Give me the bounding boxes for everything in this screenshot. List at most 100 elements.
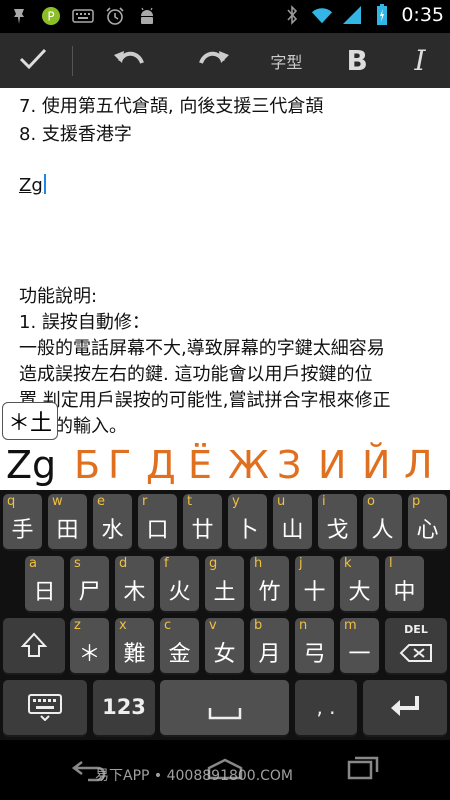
- space-icon: [208, 705, 242, 724]
- key-label: 一: [348, 642, 371, 667]
- shift-key[interactable]: [3, 618, 65, 673]
- key-o[interactable]: o人: [363, 494, 402, 549]
- keyboard-switch-key[interactable]: [3, 680, 87, 735]
- key-k[interactable]: k大: [340, 556, 379, 611]
- bold-button[interactable]: B: [324, 33, 390, 88]
- key-hint: x: [119, 618, 127, 633]
- document-line: 8. 支援香港字: [19, 124, 132, 145]
- status-bar: P 0:35: [0, 0, 450, 33]
- key-l[interactable]: l中: [385, 556, 424, 611]
- candidate-item[interactable]: Д: [146, 443, 176, 487]
- key-hint: t: [187, 494, 193, 509]
- candidate-item[interactable]: Ё: [188, 443, 212, 487]
- key-label: 中: [393, 580, 416, 605]
- key-label: 廿: [191, 518, 214, 543]
- key-label: 日: [33, 580, 56, 605]
- key-a[interactable]: a日: [25, 556, 64, 611]
- key-hint: n: [299, 618, 308, 633]
- key-n[interactable]: n弓: [295, 618, 334, 673]
- undo-icon: [112, 47, 146, 75]
- key-hint: q: [7, 494, 16, 509]
- recent-apps-icon[interactable]: [345, 754, 381, 786]
- candidate-item[interactable]: Л: [404, 443, 433, 487]
- key-label: 尸: [78, 580, 101, 605]
- key-hint: l: [389, 556, 393, 571]
- document-line: 置,判定用戶誤按的可能性,嘗試拼合字根來修正: [19, 390, 391, 411]
- numbers-key[interactable]: 123: [93, 680, 155, 735]
- key-g[interactable]: g土: [205, 556, 244, 611]
- key-label: 人: [371, 518, 394, 543]
- key-label: 竹: [258, 580, 281, 605]
- key-label: 大: [348, 580, 371, 605]
- key-label: 木: [123, 580, 146, 605]
- key-hint: a: [29, 556, 37, 571]
- signal-icon: [341, 5, 363, 25]
- undo-button[interactable]: [79, 33, 179, 88]
- key-q[interactable]: q手: [3, 494, 42, 549]
- key-label: 山: [281, 518, 304, 543]
- numbers-label: 123: [102, 695, 146, 719]
- document-line: 1. 誤按自動修：: [19, 312, 150, 333]
- done-button[interactable]: [0, 33, 66, 88]
- redo-button[interactable]: [179, 33, 249, 88]
- key-s[interactable]: s尸: [70, 556, 109, 611]
- notification-icons: P: [8, 6, 158, 26]
- key-i[interactable]: i戈: [318, 494, 357, 549]
- candidate-item[interactable]: Г: [108, 443, 131, 487]
- key-x[interactable]: x難: [115, 618, 154, 673]
- key-m[interactable]: m一: [340, 618, 379, 673]
- key-hint: v: [209, 618, 217, 633]
- candidate-item[interactable]: Б: [74, 443, 100, 487]
- key-hint: c: [164, 618, 172, 633]
- key-hint: f: [164, 556, 169, 571]
- candidate-item[interactable]: З: [277, 443, 301, 487]
- editor-toolbar: 字型 B I: [0, 33, 450, 88]
- key-t[interactable]: t廿: [183, 494, 222, 549]
- key-z[interactable]: z ＊: [70, 618, 109, 673]
- enter-key[interactable]: [363, 680, 447, 735]
- bold-label: B: [346, 44, 368, 77]
- candidate-item[interactable]: Zg: [6, 443, 56, 487]
- key-label: 月: [258, 642, 281, 667]
- alarm-icon: [104, 6, 126, 26]
- italic-button[interactable]: I: [390, 33, 450, 88]
- composing-line: Zg: [19, 174, 46, 196]
- font-button[interactable]: 字型: [248, 33, 324, 88]
- key-label: 金: [168, 642, 191, 667]
- checkmark-icon: [18, 46, 48, 76]
- key-hint: m: [344, 618, 357, 633]
- key-label: 田: [56, 518, 79, 543]
- key-j[interactable]: j十: [295, 556, 334, 611]
- key-u[interactable]: u山: [273, 494, 312, 549]
- candidate-item[interactable]: Й: [362, 443, 390, 487]
- space-key[interactable]: [160, 680, 289, 735]
- font-button-label: 字型: [270, 52, 303, 72]
- candidate-item[interactable]: И: [318, 443, 346, 487]
- toolbar-divider: [71, 45, 73, 76]
- key-d[interactable]: d木: [115, 556, 154, 611]
- backspace-icon: [399, 643, 433, 667]
- system-icons: 0:35: [281, 4, 444, 26]
- key-r[interactable]: r口: [138, 494, 177, 549]
- text-cursor: [43, 174, 46, 194]
- key-v[interactable]: v女: [205, 618, 244, 673]
- key-c[interactable]: c金: [160, 618, 199, 673]
- key-hint: y: [232, 494, 240, 509]
- key-hint: p: [412, 494, 421, 509]
- key-hint: h: [254, 556, 263, 571]
- document-editor[interactable]: 7. 使用第五代倉頡, 向後支援三代倉頡 8. 支援香港字 Zg 功能說明: 1…: [0, 88, 450, 490]
- key-hint: b: [254, 618, 263, 633]
- candidate-item[interactable]: Ж: [228, 443, 269, 487]
- delete-key[interactable]: DEL: [385, 618, 447, 673]
- key-p[interactable]: p心: [408, 494, 447, 549]
- punctuation-key[interactable]: , .: [295, 680, 357, 735]
- key-h[interactable]: h竹: [250, 556, 289, 611]
- key-b[interactable]: b月: [250, 618, 289, 673]
- key-f[interactable]: f火: [160, 556, 199, 611]
- app-notification-icon: P: [40, 6, 62, 26]
- key-y[interactable]: y卜: [228, 494, 267, 549]
- key-w[interactable]: w田: [48, 494, 87, 549]
- keyboard-icon: [72, 6, 94, 26]
- key-e[interactable]: e水: [93, 494, 132, 549]
- delete-label: DEL: [404, 623, 428, 636]
